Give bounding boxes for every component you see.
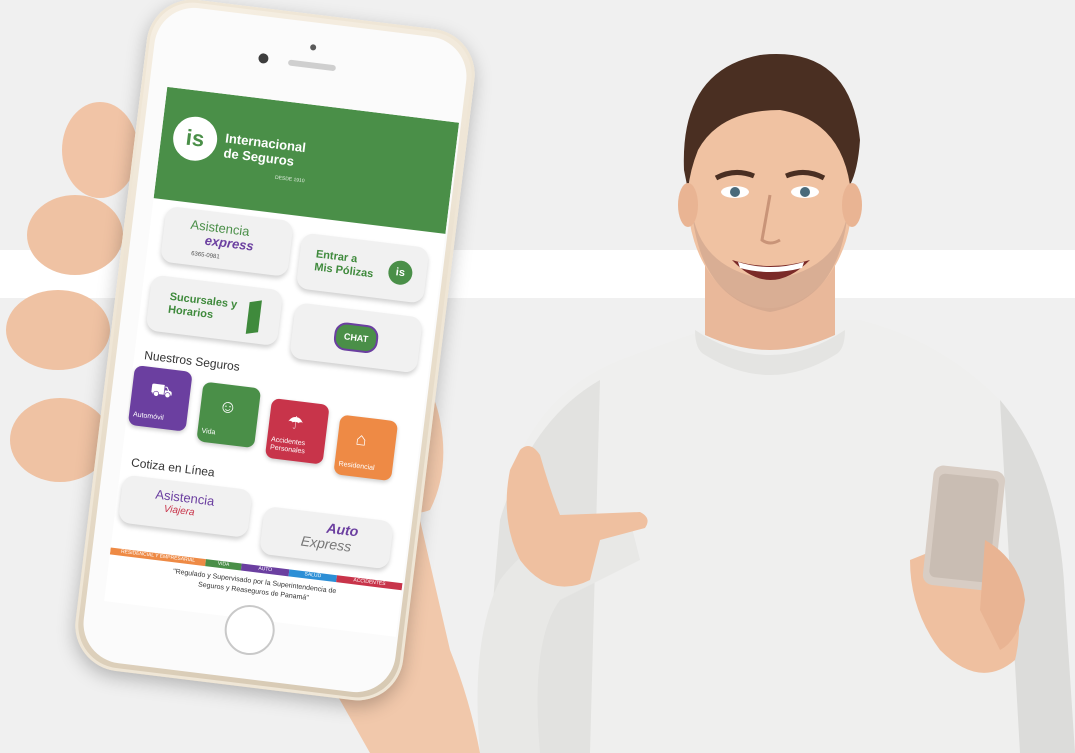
asistencia-express-button[interactable]: Asistencia express 6365-0981	[159, 205, 294, 277]
phone-sensor	[309, 44, 317, 51]
mis-polizas-button[interactable]: Entrar a Mis Pólizas is	[295, 232, 430, 304]
strip-salud: SALUD	[288, 569, 338, 583]
front-camera	[257, 52, 270, 64]
building-icon	[245, 300, 262, 334]
brand-name: Internacional de Seguros	[223, 130, 307, 170]
strip-vida: VIDA	[205, 559, 242, 571]
seguro-residencial[interactable]: ⌂ Residencial	[333, 414, 399, 482]
strip-auto: AUTO	[240, 563, 290, 577]
asistencia-viajera-button[interactable]: Asistencia Viajera	[117, 474, 253, 538]
seguro-accidentes[interactable]: ☂ Accidentes Personales	[264, 398, 330, 465]
is-logo-icon: is	[386, 259, 414, 287]
seguro-label: Vida	[201, 427, 216, 437]
mis-polizas-label: Entrar a Mis Pólizas	[314, 248, 376, 281]
chat-bubble-icon: CHAT	[332, 321, 380, 355]
cotiza-title: Cotiza en Línea	[130, 455, 216, 480]
brand-subtitle: DESDE 1910	[274, 174, 305, 185]
seguro-label: Residencial	[338, 460, 375, 472]
chat-button[interactable]: CHAT	[289, 302, 424, 374]
seguro-vida[interactable]: ☺ Vida	[196, 381, 262, 449]
chat-label: CHAT	[343, 331, 369, 345]
person-icon: ☺	[217, 395, 239, 418]
seguro-label: Accidentes Personales	[269, 436, 306, 456]
umbrella-icon: ☂	[286, 412, 305, 434]
app-screen: is Internacional de Seguros DESDE 1910 A…	[104, 86, 460, 637]
seguro-label: Automóvil	[132, 411, 164, 422]
sucursales-label: Sucursales y Horarios	[167, 291, 237, 325]
man-photo	[477, 54, 1075, 753]
phone-speaker	[287, 59, 337, 72]
sucursales-button[interactable]: Sucursales y Horarios	[145, 274, 284, 347]
house-icon: ⌂	[354, 428, 368, 450]
auto-express-button[interactable]: Auto Express	[259, 505, 394, 570]
seguro-automovil[interactable]: ⛟ Automóvil	[127, 365, 193, 432]
app-logo: is	[170, 114, 220, 164]
asistencia-phone: 6365-0981	[190, 251, 220, 261]
viajera-text-2: Viajera	[163, 503, 196, 519]
logo-letters: is	[184, 124, 206, 152]
car-icon: ⛟	[149, 379, 175, 402]
